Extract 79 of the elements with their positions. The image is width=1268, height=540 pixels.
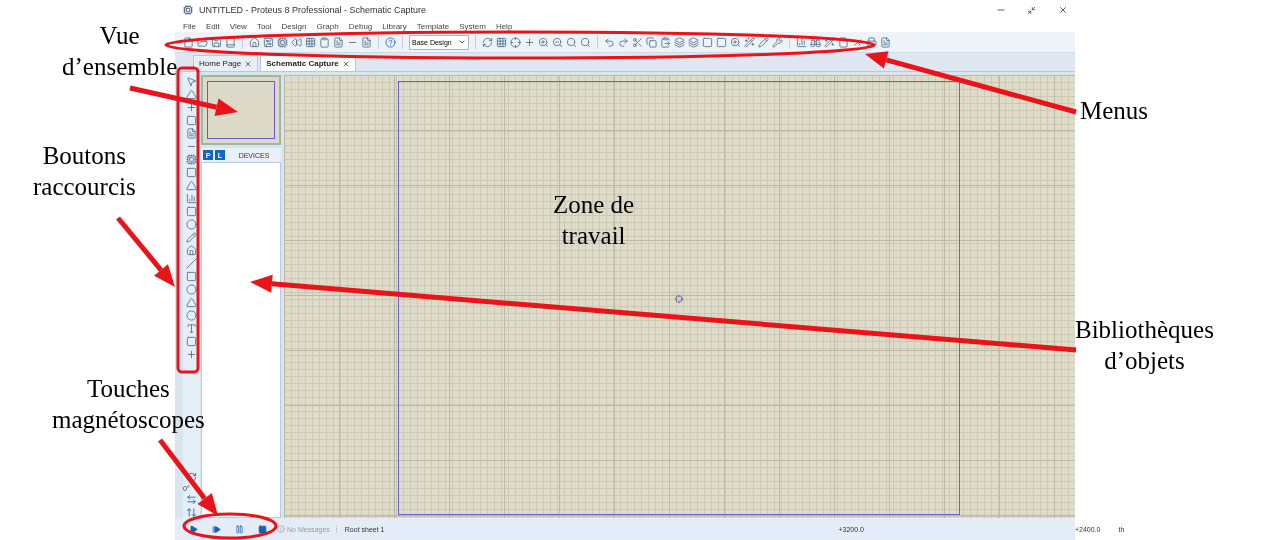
document-icon[interactable] [361, 36, 372, 48]
close-icon[interactable] [1057, 5, 1068, 15]
plus-icon[interactable] [524, 36, 535, 48]
menu-item[interactable]: Edit [205, 21, 220, 31]
layers-icon[interactable] [674, 36, 685, 48]
menu-item[interactable]: Template [416, 21, 450, 31]
chevron-down-icon[interactable] [458, 38, 466, 46]
wand-icon[interactable] [744, 36, 755, 48]
copy-icon[interactable] [646, 36, 657, 48]
schematic-canvas[interactable] [284, 75, 1075, 518]
annotation-label: Zone de travail [553, 190, 635, 251]
chart-icon[interactable] [796, 36, 807, 48]
restore-icon[interactable] [1027, 5, 1036, 15]
menu-item[interactable]: Graph [316, 21, 339, 31]
printer-icon[interactable] [866, 36, 877, 48]
crosshair-icon[interactable] [510, 36, 521, 48]
document-icon[interactable] [880, 36, 891, 48]
chip-icon[interactable] [277, 36, 288, 48]
annotation-label: Menus [1080, 96, 1149, 126]
app-icon [183, 5, 193, 15]
cut-icon[interactable] [632, 36, 643, 48]
close-icon[interactable] [244, 59, 253, 68]
origin-icon [675, 295, 683, 303]
circle-icon[interactable] [186, 284, 197, 295]
mirror-icon[interactable] [186, 494, 197, 505]
grid-icon[interactable] [496, 36, 507, 48]
document-icon[interactable] [333, 36, 344, 48]
annotation-label: Vue d’ensemble [62, 21, 178, 82]
menu-item[interactable]: Tool [256, 21, 272, 31]
window-title: UNTITLED - Proteus 8 Professional - Schematic Capture [199, 5, 428, 15]
chip-icon[interactable] [186, 154, 197, 165]
menu-item[interactable]: Design [281, 21, 307, 31]
redo-icon[interactable] [618, 36, 629, 48]
grid-icon[interactable] [305, 36, 316, 48]
search-icon[interactable] [566, 36, 577, 48]
menu-item[interactable]: Library [382, 21, 407, 31]
rotate-icon[interactable] [186, 472, 197, 483]
home-icon[interactable] [249, 36, 260, 48]
paste-icon[interactable] [660, 36, 671, 48]
square-icon[interactable] [702, 36, 713, 48]
wand-icon[interactable] [824, 36, 835, 48]
zoom-icon[interactable] [730, 36, 741, 48]
graph-icon[interactable] [186, 193, 197, 204]
menu-item[interactable]: System [459, 21, 486, 31]
zoom-in-icon[interactable] [538, 36, 549, 48]
file-icon[interactable] [183, 36, 194, 48]
menu-item[interactable]: Help [495, 21, 513, 31]
pointer-icon[interactable] [186, 76, 197, 87]
annotation-label: Boutons raccourcis [33, 141, 136, 202]
refresh-icon[interactable] [482, 36, 493, 48]
square-icon[interactable] [186, 271, 197, 282]
circuit-icon[interactable] [263, 36, 274, 48]
binoculars-icon[interactable] [810, 36, 821, 48]
annotation-arrow [116, 216, 175, 287]
menu-item[interactable]: Debug [348, 21, 373, 31]
book-icon[interactable] [225, 36, 236, 48]
text-icon[interactable] [186, 323, 197, 334]
pencil-icon[interactable] [758, 36, 769, 48]
rewind-icon[interactable] [291, 36, 302, 48]
annotation-label: Bibliothèques d’objets [1075, 315, 1214, 376]
close-icon[interactable] [341, 59, 350, 68]
cross-icon[interactable] [852, 36, 863, 48]
tab[interactable]: Home Page [193, 55, 259, 71]
square-icon[interactable] [716, 36, 727, 48]
info-icon [277, 525, 285, 533]
help-icon[interactable] [385, 36, 396, 48]
file-icon[interactable] [838, 36, 849, 48]
menu-item[interactable]: View [229, 21, 247, 31]
search-icon[interactable] [580, 36, 591, 48]
clipboard-icon[interactable] [319, 36, 330, 48]
flip-icon[interactable] [186, 507, 197, 518]
zoom-out-icon[interactable] [552, 36, 563, 48]
layers-icon[interactable] [688, 36, 699, 48]
wrench-icon[interactable] [772, 36, 783, 48]
overview-panel[interactable] [201, 75, 281, 145]
line-icon[interactable] [186, 258, 197, 269]
annotation-label: Touches magnétoscopes [52, 374, 205, 435]
menu-item[interactable]: File [183, 21, 196, 31]
undo-icon[interactable] [604, 36, 615, 48]
